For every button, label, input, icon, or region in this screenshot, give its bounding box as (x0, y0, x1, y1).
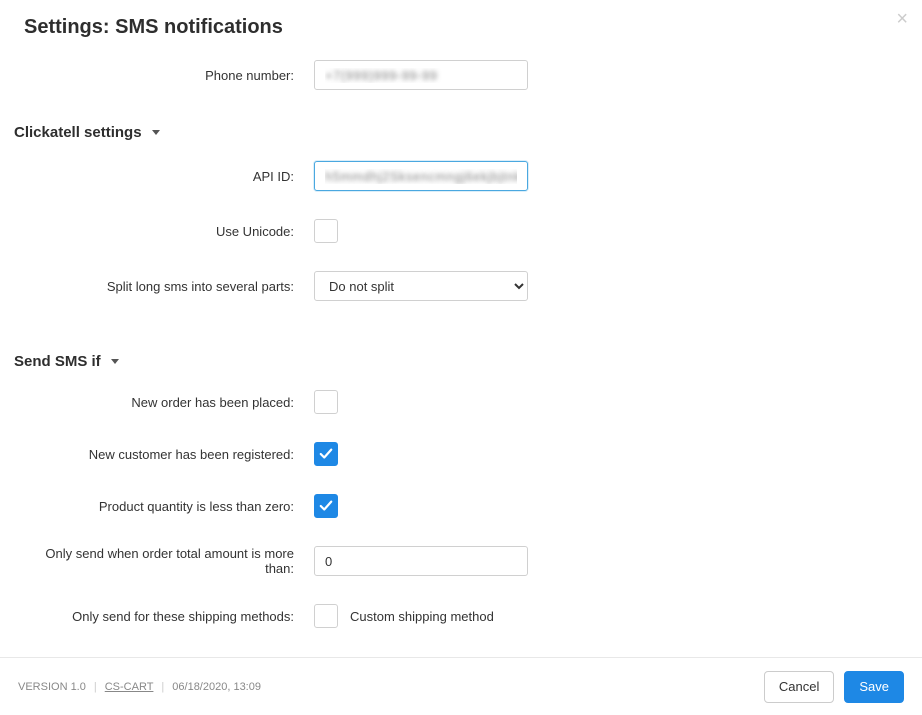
close-icon[interactable]: × (896, 8, 908, 31)
section-send-if[interactable]: Send SMS if (14, 347, 908, 390)
product-qty-checkbox[interactable] (314, 494, 338, 518)
check-icon (319, 447, 333, 461)
content-scroll[interactable]: Phone number: Clickatell settings API ID… (0, 50, 922, 657)
brand-link[interactable]: CS-CART (105, 681, 154, 693)
split-label: Split long sms into several parts: (14, 279, 314, 294)
shipping-option-label: Custom shipping method (350, 609, 494, 624)
product-qty-label: Product quantity is less than zero: (14, 499, 314, 514)
use-unicode-label: Use Unicode: (14, 224, 314, 239)
cancel-button[interactable]: Cancel (764, 671, 834, 703)
new-order-label: New order has been placed: (14, 395, 314, 410)
phone-label: Phone number: (14, 68, 314, 83)
shipping-label: Only send for these shipping methods: (14, 609, 314, 624)
new-customer-label: New customer has been registered: (14, 447, 314, 462)
section-clickatell-label: Clickatell settings (14, 124, 142, 141)
modal-title: Settings: SMS notifications (24, 16, 283, 38)
api-id-label: API ID: (14, 169, 314, 184)
datetime-text: 06/18/2020, 13:09 (172, 681, 261, 693)
save-button[interactable]: Save (844, 671, 904, 703)
chevron-down-icon (152, 130, 160, 135)
version-text: VERSION 1.0 (18, 681, 86, 693)
new-customer-checkbox[interactable] (314, 442, 338, 466)
section-send-if-label: Send SMS if (14, 353, 101, 370)
api-id-input[interactable] (314, 161, 528, 191)
shipping-checkbox[interactable] (314, 604, 338, 628)
split-select[interactable]: Do not split (314, 271, 528, 301)
new-order-checkbox[interactable] (314, 390, 338, 414)
check-icon (319, 499, 333, 513)
section-clickatell[interactable]: Clickatell settings (14, 118, 908, 161)
order-total-label: Only send when order total amount is mor… (14, 546, 314, 576)
separator: | (161, 681, 164, 693)
chevron-down-icon (111, 359, 119, 364)
separator: | (94, 681, 97, 693)
phone-input[interactable] (314, 60, 528, 90)
footer: VERSION 1.0 | CS-CART | 06/18/2020, 13:0… (0, 657, 922, 715)
use-unicode-checkbox[interactable] (314, 219, 338, 243)
order-total-input[interactable] (314, 546, 528, 576)
